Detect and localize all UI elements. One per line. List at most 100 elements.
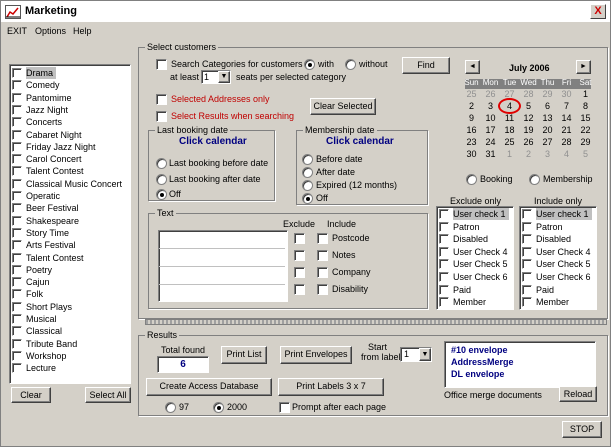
category-checkbox[interactable] bbox=[12, 166, 22, 177]
list-checkbox[interactable] bbox=[522, 259, 532, 270]
stop-button[interactable]: STOP bbox=[562, 421, 602, 438]
search-categories-checkbox[interactable] bbox=[156, 59, 167, 70]
calendar-day[interactable]: 25 bbox=[500, 136, 519, 148]
list-checkbox[interactable] bbox=[439, 297, 449, 308]
next-month-icon[interactable]: ► bbox=[576, 60, 591, 74]
list-checkbox[interactable] bbox=[522, 297, 532, 308]
category-checkbox[interactable] bbox=[12, 240, 22, 251]
calendar-day[interactable]: 30 bbox=[557, 88, 576, 100]
list-checkbox[interactable] bbox=[522, 209, 532, 219]
category-checkbox[interactable] bbox=[12, 68, 22, 78]
calendar-day[interactable]: 9 bbox=[462, 112, 481, 124]
calendar-day[interactable]: 14 bbox=[557, 112, 576, 124]
category-checkbox[interactable] bbox=[12, 215, 22, 226]
calendar-day[interactable]: 4 bbox=[557, 148, 576, 160]
exclude-postcode-checkbox[interactable] bbox=[294, 233, 305, 244]
clear-selected-button[interactable]: Clear Selected bbox=[310, 98, 376, 115]
category-checkbox[interactable] bbox=[12, 92, 22, 103]
include-only-list[interactable]: User check 1 Patron Disabled User Check 4 Us… bbox=[519, 206, 597, 310]
merge-doc-item[interactable]: AddressMerge bbox=[451, 356, 514, 368]
list-checkbox[interactable] bbox=[439, 246, 449, 257]
calendar-day[interactable]: 8 bbox=[576, 100, 595, 112]
clear-categories-button[interactable]: Clear bbox=[11, 387, 51, 403]
calendar-day[interactable]: 13 bbox=[538, 112, 557, 124]
with-radio[interactable] bbox=[304, 59, 315, 70]
calendar-day[interactable]: 19 bbox=[519, 124, 538, 136]
membership-calendar-link[interactable]: Click calendar bbox=[326, 136, 394, 148]
calendar-day[interactable]: 7 bbox=[557, 100, 576, 112]
category-checkbox[interactable] bbox=[12, 264, 22, 275]
calendar-day[interactable]: 12 bbox=[519, 112, 538, 124]
list-checkbox[interactable] bbox=[522, 221, 532, 232]
category-checkbox[interactable] bbox=[12, 203, 22, 214]
print-envelopes-button[interactable]: Print Envelopes bbox=[280, 346, 352, 364]
category-checkbox[interactable] bbox=[12, 141, 22, 152]
calendar-day[interactable]: 25 bbox=[462, 88, 481, 100]
calendar-day[interactable]: 2 bbox=[462, 100, 481, 112]
exclude-notes-checkbox[interactable] bbox=[294, 250, 305, 261]
start-label-select[interactable]: 1 ▼ bbox=[400, 347, 432, 362]
list-checkbox[interactable] bbox=[439, 221, 449, 232]
calendar-day[interactable]: 5 bbox=[519, 100, 538, 112]
membership-before-radio[interactable] bbox=[302, 154, 313, 165]
list-checkbox[interactable] bbox=[522, 272, 532, 282]
category-checkbox[interactable] bbox=[12, 314, 22, 324]
category-checkbox[interactable] bbox=[12, 178, 22, 189]
calendar-day[interactable]: 10 bbox=[481, 112, 500, 124]
calendar-day[interactable]: 29 bbox=[538, 88, 557, 100]
exclude-disability-checkbox[interactable] bbox=[294, 284, 305, 295]
calendar-day[interactable]: 24 bbox=[481, 136, 500, 148]
merge-doc-item[interactable]: #10 envelope bbox=[451, 344, 508, 356]
calendar-day[interactable]: 22 bbox=[576, 124, 595, 136]
category-checkbox[interactable] bbox=[12, 301, 22, 312]
select-results-checkbox[interactable] bbox=[156, 111, 167, 122]
close-button[interactable]: X bbox=[590, 4, 606, 19]
calendar-day[interactable]: 29 bbox=[576, 136, 595, 148]
include-postcode-checkbox[interactable] bbox=[317, 233, 328, 244]
list-checkbox[interactable] bbox=[439, 272, 449, 282]
find-button[interactable]: Find bbox=[402, 57, 450, 74]
calendar-day[interactable]: 21 bbox=[557, 124, 576, 136]
list-checkbox[interactable] bbox=[439, 234, 449, 245]
category-checkbox[interactable] bbox=[12, 80, 22, 91]
calendar-day[interactable]: 27 bbox=[500, 88, 519, 100]
print-labels-button[interactable]: Print Labels 3 x 7 bbox=[278, 378, 384, 396]
category-checkbox[interactable] bbox=[12, 104, 22, 115]
calendar-day[interactable]: 28 bbox=[519, 88, 538, 100]
merge-documents-list[interactable]: #10 envelope AddressMerge DL envelope bbox=[444, 341, 596, 388]
membership-expired-radio[interactable] bbox=[302, 180, 313, 191]
category-checkbox[interactable] bbox=[12, 154, 22, 165]
last-booking-after-radio[interactable] bbox=[156, 174, 167, 185]
calendar-day[interactable]: 1 bbox=[500, 148, 519, 160]
category-checkbox[interactable] bbox=[12, 350, 22, 361]
reload-button[interactable]: Reload bbox=[559, 386, 597, 402]
category-checkbox[interactable] bbox=[12, 117, 22, 128]
category-list[interactable]: Drama Comedy Pantomime Jazz Night Concerts Ca… bbox=[9, 64, 131, 384]
menu-exit[interactable]: EXIT bbox=[7, 26, 27, 36]
list-checkbox[interactable] bbox=[522, 246, 532, 257]
category-checkbox[interactable] bbox=[12, 191, 22, 201]
exclude-company-checkbox[interactable] bbox=[294, 267, 305, 278]
calendar-day[interactable]: 20 bbox=[538, 124, 557, 136]
select-all-button[interactable]: Select All bbox=[85, 387, 131, 403]
include-disability-checkbox[interactable] bbox=[317, 284, 328, 295]
chevron-down-icon[interactable]: ▼ bbox=[419, 348, 431, 361]
text-input[interactable] bbox=[158, 230, 288, 302]
category-checkbox[interactable] bbox=[12, 338, 22, 349]
selected-addresses-checkbox[interactable] bbox=[156, 94, 167, 105]
list-checkbox[interactable] bbox=[522, 234, 532, 245]
category-checkbox[interactable] bbox=[12, 129, 22, 140]
calendar-day[interactable]: 17 bbox=[481, 124, 500, 136]
include-company-checkbox[interactable] bbox=[317, 267, 328, 278]
without-radio[interactable] bbox=[345, 59, 356, 70]
list-checkbox[interactable] bbox=[522, 284, 532, 295]
membership-radio[interactable] bbox=[529, 174, 540, 185]
access-97-radio[interactable] bbox=[165, 402, 176, 413]
calendar-day[interactable]: 11 bbox=[500, 112, 519, 124]
category-checkbox[interactable] bbox=[12, 363, 22, 374]
list-checkbox[interactable] bbox=[439, 259, 449, 270]
calendar-day[interactable]: 5 bbox=[576, 148, 595, 160]
category-checkbox[interactable] bbox=[12, 289, 22, 300]
calendar-day[interactable]: 15 bbox=[576, 112, 595, 124]
calendar-day[interactable]: 27 bbox=[538, 136, 557, 148]
